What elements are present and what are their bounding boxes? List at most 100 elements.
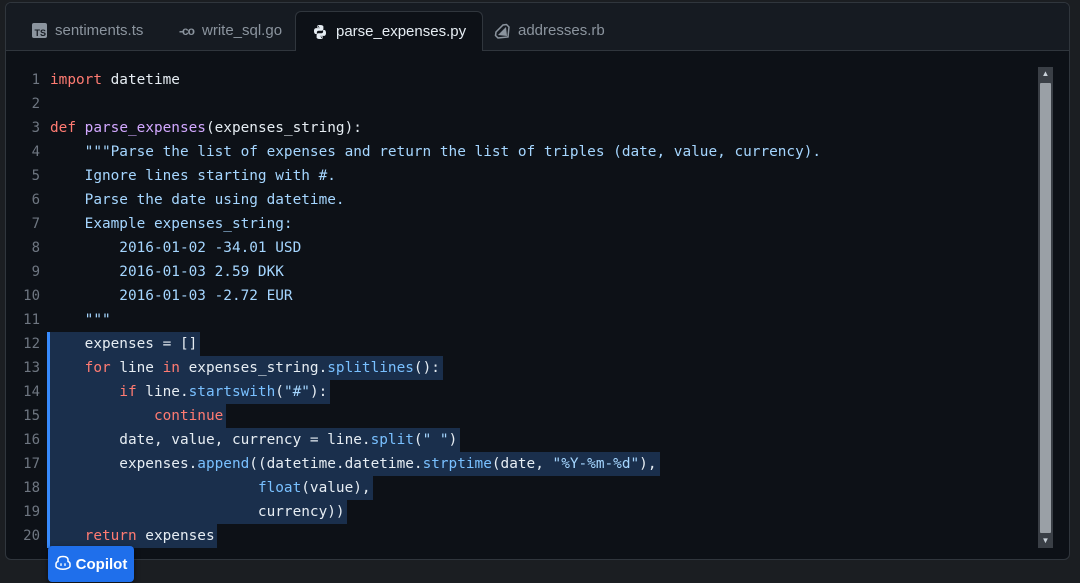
code-text: 2016-01-02 -34.01 USD — [50, 236, 301, 260]
code-text: """Parse the list of expenses and return… — [50, 140, 821, 164]
code-text: Ignore lines starting with #. — [50, 164, 336, 188]
code-token: currency)) — [50, 504, 345, 520]
code-line[interactable]: 9 2016-01-03 2.59 DKK — [6, 260, 1036, 284]
code-token: expenses_string. — [179, 360, 328, 376]
line-number: 16 — [23, 432, 40, 448]
line-number: 13 — [23, 360, 40, 376]
code-text: date, value, currency = line.split(" ") — [50, 428, 457, 452]
code-token: float — [257, 480, 302, 496]
code-line[interactable]: 6 Parse the date using datetime. — [6, 188, 1036, 212]
line-number: 7 — [31, 216, 40, 232]
line-number: 11 — [23, 312, 40, 328]
python-icon — [312, 24, 328, 40]
code-token: (expenses_string): — [205, 120, 362, 136]
code-token: "#" — [283, 384, 310, 400]
code-token: expenses. — [50, 456, 198, 472]
code-token: import — [50, 72, 102, 88]
line-number: 1 — [31, 72, 40, 88]
code-line[interactable]: 11 """ — [6, 308, 1036, 332]
code-line[interactable]: 7 Example expenses_string: — [6, 212, 1036, 236]
code-token: ): — [309, 384, 328, 400]
code-line[interactable]: 4 """Parse the list of expenses and retu… — [6, 140, 1036, 164]
code-token: def — [50, 120, 76, 136]
line-number: 20 — [23, 528, 40, 544]
code-text: continue — [50, 404, 223, 428]
line-number: 10 — [23, 288, 40, 304]
code-token: startswith — [188, 384, 276, 400]
line-number: 3 — [31, 120, 40, 136]
code-token: " " — [422, 432, 449, 448]
scroll-thumb[interactable] — [1040, 83, 1051, 533]
code-token: continue — [153, 408, 224, 424]
code-token: (date, — [491, 456, 553, 472]
scroll-up-arrow-icon[interactable]: ▲ — [1038, 67, 1053, 81]
code-token: ), — [639, 456, 657, 472]
code-token: in — [162, 360, 180, 376]
code-line[interactable]: 8 2016-01-02 -34.01 USD — [6, 236, 1036, 260]
copilot-button[interactable]: Copilot — [48, 546, 134, 582]
code-line[interactable]: 18 float(value), — [6, 476, 1036, 500]
code-line[interactable]: 3 def parse_expenses(expenses_string): — [6, 116, 1036, 140]
code-token: date, value, currency = line. — [50, 432, 371, 448]
code-text: currency)) — [50, 500, 345, 524]
code-text: if line.startswith("#"): — [50, 380, 327, 404]
code-line[interactable]: 12 expenses = [] — [6, 332, 1036, 356]
code-token: "%Y-%m-%d" — [552, 456, 640, 472]
line-number: 5 — [31, 168, 40, 184]
code-token: ((datetime.datetime. — [249, 456, 423, 472]
line-number: 9 — [31, 264, 40, 280]
tab-label: parse_expenses.py — [336, 23, 467, 40]
code-line[interactable]: 19 currency)) — [6, 500, 1036, 524]
code-line[interactable]: 16 date, value, currency = line.split(" … — [6, 428, 1036, 452]
line-number: 4 — [31, 144, 40, 160]
go-icon: -co — [179, 23, 195, 38]
tab-label: addresses.rb — [518, 22, 605, 39]
code-token: 2016-01-02 -34.01 USD — [50, 240, 302, 256]
code-token: return — [84, 528, 137, 544]
code-text: """ — [50, 308, 111, 332]
code-line[interactable]: 17 expenses.append((datetime.datetime.st… — [6, 452, 1036, 476]
code-token: splitlines — [327, 360, 414, 376]
code-token: Ignore lines starting with #. — [50, 168, 336, 184]
line-number: 18 — [23, 480, 40, 496]
code-token: parse_expenses — [84, 120, 206, 136]
code-line[interactable]: 14 if line.startswith("#"): — [6, 380, 1036, 404]
code-token: line — [110, 360, 163, 376]
scroll-down-arrow-icon[interactable]: ▼ — [1038, 534, 1053, 548]
code-text: def parse_expenses(expenses_string): — [50, 116, 362, 140]
code-text: for line in expenses_string.splitlines()… — [50, 356, 440, 380]
tab-sentiments-ts[interactable]: TS sentiments.ts — [16, 11, 159, 50]
code-line[interactable]: 1 import datetime — [6, 68, 1036, 92]
tab-parse-expenses-py[interactable]: parse_expenses.py — [295, 11, 484, 51]
vertical-scrollbar[interactable]: ▲ ▼ — [1038, 67, 1053, 548]
code-line[interactable]: 15 continue — [6, 404, 1036, 428]
code-area[interactable]: 1 import datetime 2 3 def parse_expenses(exp… — [6, 51, 1038, 559]
code-token: expenses — [136, 528, 215, 544]
ruby-icon — [494, 23, 510, 39]
tab-bar: TS sentiments.ts -co write_sql.go parse_… — [6, 3, 1069, 51]
code-line[interactable]: 2 — [6, 92, 1036, 116]
code-token: """ — [50, 312, 111, 328]
tab-write-sql-go[interactable]: -co write_sql.go — [163, 11, 298, 50]
code-line[interactable]: 10 2016-01-03 -2.72 EUR — [6, 284, 1036, 308]
code-line[interactable]: 5 Ignore lines starting with #. — [6, 164, 1036, 188]
copilot-label: Copilot — [75, 555, 128, 573]
code-text: Example expenses_string: — [50, 212, 293, 236]
tab-addresses-rb[interactable]: addresses.rb — [478, 11, 621, 50]
line-number: 6 — [31, 192, 40, 208]
code-token: if — [119, 384, 137, 400]
code-token: (value), — [301, 480, 371, 496]
code-token: ) — [448, 432, 458, 448]
code-token: """Parse the list of expenses and return… — [50, 144, 822, 160]
tab-label: sentiments.ts — [55, 22, 144, 39]
code-token: 2016-01-03 -2.72 EUR — [50, 288, 293, 304]
line-number: 17 — [23, 456, 40, 472]
code-line[interactable]: 13 for line in expenses_string.splitline… — [6, 356, 1036, 380]
code-text: float(value), — [50, 476, 371, 500]
code-line[interactable]: 20 return expenses — [6, 524, 1036, 548]
code-token: ( — [413, 432, 423, 448]
typescript-icon: TS — [32, 23, 47, 38]
